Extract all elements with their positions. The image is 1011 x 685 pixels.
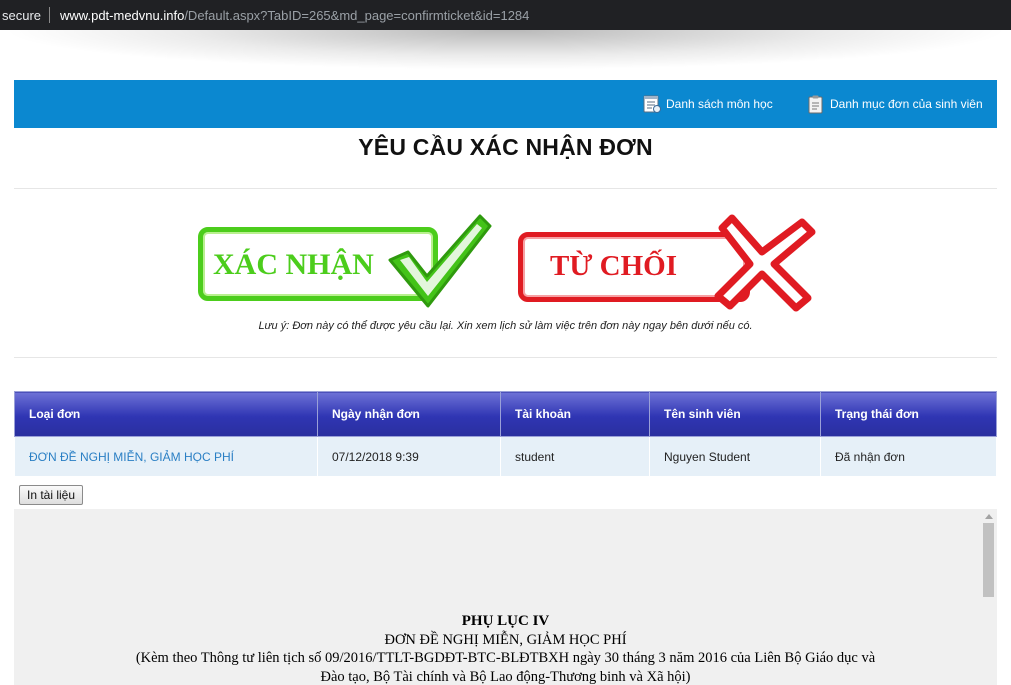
cell-account: student bbox=[500, 436, 650, 477]
document-heading: PHỤ LỤC IV bbox=[461, 613, 550, 629]
cell-status: Đã nhận đơn bbox=[820, 436, 997, 477]
column-header-received-date[interactable]: Ngày nhận đơn bbox=[317, 391, 501, 437]
document-content: PHỤ LỤC IV ĐƠN ĐỀ NGHỊ MIỄN, GIẢM HỌC PH… bbox=[14, 612, 997, 685]
list-document-icon bbox=[643, 95, 661, 113]
column-header-status[interactable]: Trạng thái đơn bbox=[820, 391, 997, 437]
clipboard-icon bbox=[808, 95, 823, 114]
divider-top bbox=[14, 188, 997, 189]
cell-student-name: Nguyen Student bbox=[649, 436, 821, 477]
confirm-button[interactable]: XÁC NHẬN bbox=[196, 212, 496, 312]
cell-type: ĐƠN ĐỀ NGHỊ MIỄN, GIẢM HỌC PHÍ bbox=[14, 436, 318, 477]
scroll-up-arrow-icon[interactable] bbox=[985, 514, 993, 519]
document-reference-line-2: Đào tạo, Bộ Tài chính và Bộ Lao động-Thư… bbox=[320, 668, 691, 685]
course-list-link[interactable]: Danh sách môn học bbox=[642, 94, 773, 114]
url-host: www.pdt-medvnu.info bbox=[60, 7, 185, 23]
security-label: secure bbox=[2, 7, 42, 23]
table-row: ĐƠN ĐỀ NGHỊ MIỄN, GIẢM HỌC PHÍ 07/12/201… bbox=[14, 436, 997, 477]
request-type-link[interactable]: ĐƠN ĐỀ NGHỊ MIỄN, GIẢM HỌC PHÍ bbox=[29, 450, 234, 464]
print-document-button[interactable]: In tài liệu bbox=[19, 485, 84, 505]
column-header-student-name[interactable]: Tên sinh viên bbox=[649, 391, 821, 437]
requests-table: Loại đơn Ngày nhận đơn Tài khoản Tên sin… bbox=[14, 391, 997, 477]
confirm-label: XÁC NHẬN bbox=[213, 248, 374, 281]
document-subtitle: ĐƠN ĐỀ NGHỊ MIỄN, GIẢM HỌC PHÍ bbox=[384, 631, 627, 648]
checkmark-icon bbox=[388, 214, 492, 308]
document-preview: PHỤ LỤC IV ĐƠN ĐỀ NGHỊ MIỄN, GIẢM HỌC PH… bbox=[14, 509, 997, 685]
note-text: Lưu ý: Đơn này có thể được yêu cầu lại. … bbox=[258, 320, 753, 332]
address-divider bbox=[49, 7, 51, 23]
reject-button[interactable]: TỪ CHỐI bbox=[516, 212, 816, 312]
x-mark-icon bbox=[714, 214, 816, 312]
page-title: YÊU CẦU XÁC NHẬN ĐƠN bbox=[358, 134, 653, 160]
top-nav-bar: Danh sách môn học Danh mục đơn của sinh … bbox=[14, 80, 997, 128]
cell-received-date: 07/12/2018 9:39 bbox=[317, 436, 501, 477]
column-header-type[interactable]: Loại đơn bbox=[14, 391, 318, 437]
column-header-account[interactable]: Tài khoản bbox=[500, 391, 650, 437]
reject-label: TỪ CHỐI bbox=[550, 250, 678, 282]
scroll-thumb[interactable] bbox=[983, 523, 994, 597]
document-reference-line-1: (Kèm theo Thông tư liên tịch số 09/2016/… bbox=[135, 650, 876, 666]
preview-scrollbar[interactable] bbox=[981, 509, 996, 685]
address-bar[interactable]: secure www.pdt-medvnu.info/Default.aspx?… bbox=[0, 0, 1011, 30]
divider-bottom bbox=[14, 357, 997, 358]
url-path: /Default.aspx?TabID=265&md_page=confirmt… bbox=[184, 7, 530, 23]
table-header-row: Loại đơn Ngày nhận đơn Tài khoản Tên sin… bbox=[14, 391, 997, 437]
course-list-label: Danh sách môn học bbox=[666, 97, 773, 111]
toolbar-shadow bbox=[0, 30, 1011, 70]
student-requests-label: Danh mục đơn của sinh viên bbox=[830, 97, 983, 111]
student-requests-link[interactable]: Danh mục đơn của sinh viên bbox=[806, 94, 983, 114]
